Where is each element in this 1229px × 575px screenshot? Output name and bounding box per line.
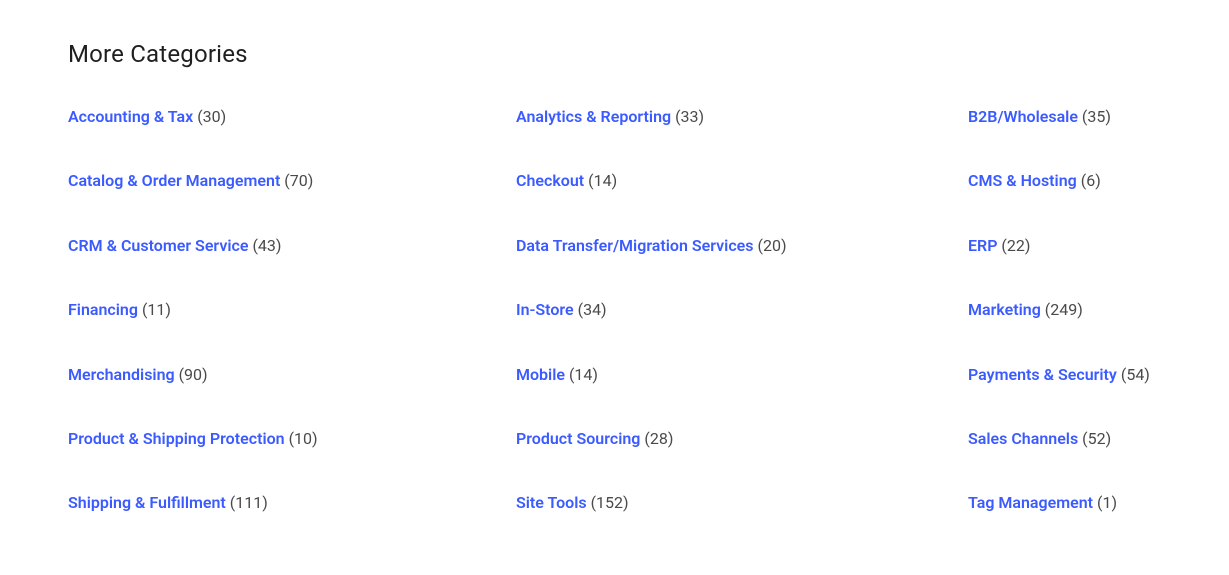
categories-grid: Accounting & Tax (30)Analytics & Reporti… <box>68 106 1161 515</box>
category-link[interactable]: Marketing <box>968 300 1041 319</box>
category-count: (22) <box>997 236 1030 255</box>
category-item: Data Transfer/Migration Services (20) <box>516 235 968 257</box>
category-item: Payments & Security (54) <box>968 364 1161 386</box>
category-link[interactable]: Tag Management <box>968 493 1093 512</box>
category-count: (52) <box>1078 429 1111 448</box>
category-count: (152) <box>587 493 629 512</box>
category-link[interactable]: Checkout <box>516 171 584 190</box>
categories-section: More Categories Accounting & Tax (30)Ana… <box>0 0 1229 575</box>
category-link[interactable]: Product & Shipping Protection <box>68 429 285 448</box>
category-count: (111) <box>226 493 268 512</box>
category-item: Shipping & Fulfillment (111) <box>68 492 516 514</box>
category-count: (34) <box>574 300 607 319</box>
category-item: Mobile (14) <box>516 364 968 386</box>
category-link[interactable]: ERP <box>968 236 997 255</box>
category-item: Checkout (14) <box>516 170 968 192</box>
category-link[interactable]: Product Sourcing <box>516 429 640 448</box>
category-link[interactable]: CRM & Customer Service <box>68 236 248 255</box>
category-item: Tag Management (1) <box>968 492 1161 514</box>
category-count: (11) <box>138 300 171 319</box>
category-link[interactable]: Accounting & Tax <box>68 107 193 126</box>
category-count: (10) <box>285 429 318 448</box>
category-link[interactable]: In-Store <box>516 300 574 319</box>
category-link[interactable]: Site Tools <box>516 493 587 512</box>
category-item: Merchandising (90) <box>68 364 516 386</box>
category-item: Sales Channels (52) <box>968 428 1161 450</box>
category-count: (35) <box>1078 107 1111 126</box>
category-item: B2B/Wholesale (35) <box>968 106 1161 128</box>
category-link[interactable]: B2B/Wholesale <box>968 107 1078 126</box>
section-heading: More Categories <box>68 40 1161 68</box>
category-count: (30) <box>193 107 226 126</box>
category-count: (1) <box>1093 493 1117 512</box>
category-link[interactable]: Financing <box>68 300 138 319</box>
category-link[interactable]: Mobile <box>516 365 565 384</box>
category-count: (249) <box>1041 300 1083 319</box>
category-item: Marketing (249) <box>968 299 1161 321</box>
category-count: (14) <box>584 171 617 190</box>
category-link[interactable]: Data Transfer/Migration Services <box>516 236 754 255</box>
category-item: Catalog & Order Management (70) <box>68 170 516 192</box>
category-count: (43) <box>248 236 281 255</box>
category-count: (20) <box>754 236 787 255</box>
category-item: ERP (22) <box>968 235 1161 257</box>
category-link[interactable]: Merchandising <box>68 365 175 384</box>
category-item: Financing (11) <box>68 299 516 321</box>
category-count: (90) <box>175 365 208 384</box>
category-item: CMS & Hosting (6) <box>968 170 1161 192</box>
category-item: Analytics & Reporting (33) <box>516 106 968 128</box>
category-item: Site Tools (152) <box>516 492 968 514</box>
category-count: (14) <box>565 365 598 384</box>
category-item: Accounting & Tax (30) <box>68 106 516 128</box>
category-item: CRM & Customer Service (43) <box>68 235 516 257</box>
category-link[interactable]: Payments & Security <box>968 365 1117 384</box>
category-item: Product & Shipping Protection (10) <box>68 428 516 450</box>
category-link[interactable]: Analytics & Reporting <box>516 107 671 126</box>
category-link[interactable]: Catalog & Order Management <box>68 171 280 190</box>
category-count: (70) <box>280 171 313 190</box>
category-count: (33) <box>671 107 704 126</box>
category-item: Product Sourcing (28) <box>516 428 968 450</box>
category-count: (54) <box>1117 365 1150 384</box>
category-link[interactable]: Sales Channels <box>968 429 1078 448</box>
category-count: (28) <box>640 429 673 448</box>
category-item: In-Store (34) <box>516 299 968 321</box>
category-count: (6) <box>1077 171 1101 190</box>
category-link[interactable]: CMS & Hosting <box>968 171 1077 190</box>
category-link[interactable]: Shipping & Fulfillment <box>68 493 226 512</box>
